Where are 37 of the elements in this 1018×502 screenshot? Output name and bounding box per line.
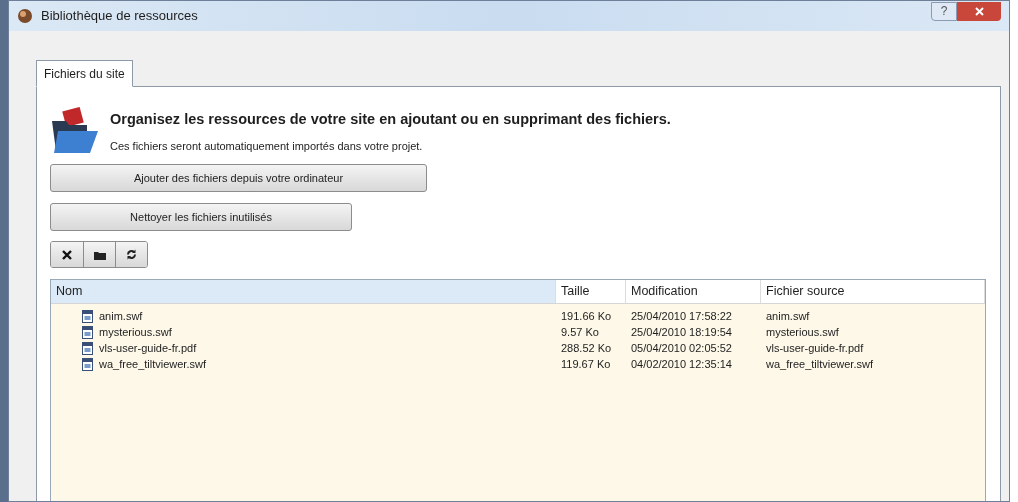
- table-cell-text: vls-user-guide-fr.pdf: [765, 340, 865, 356]
- toolbar-button[interactable]: [115, 242, 147, 267]
- toolbar-button[interactable]: [51, 242, 83, 267]
- file-icon: [82, 341, 93, 355]
- header-title: Organisez les ressources de votre site en ajoutant ou en supprimant des fichiers.: [110, 110, 671, 129]
- refresh-icon: [126, 249, 137, 260]
- table-cell-text: wa_free_tiltviewer.swf: [765, 356, 874, 372]
- table-cell-text: 25/04/2010 17:58:22: [630, 308, 733, 324]
- table-cell-text: anim.swf: [765, 308, 811, 324]
- tab[interactable]: Fichiers du site: [36, 60, 133, 87]
- table-cell-text: 119.67 Ko: [560, 356, 612, 372]
- table-cell-text: 191.66 Ko: [560, 308, 613, 324]
- action-button[interactable]: Ajouter des fichiers depuis votre ordinateur: [50, 164, 427, 192]
- column-header[interactable]: Nom: [51, 280, 556, 303]
- table-cell-text: wa_free_tiltviewer.swf: [99, 356, 206, 372]
- table-cell-text: mysterious.swf: [765, 324, 840, 340]
- table-cell-text: mysterious.swf: [99, 324, 172, 340]
- file-icon: [82, 325, 93, 339]
- close-button[interactable]: [957, 1, 1001, 21]
- table-cell-text: 288.52 Ko: [560, 340, 613, 356]
- delete-icon: [62, 249, 72, 260]
- folder-icon: [93, 249, 106, 260]
- table-cell-text: 25/04/2010 18:19:54: [630, 324, 733, 340]
- action-button[interactable]: Nettoyer les fichiers inutilisés: [50, 203, 352, 231]
- window-title: Bibliothèque de ressources: [41, 7, 198, 26]
- file-icon: [82, 309, 93, 323]
- app-icon: [17, 8, 33, 24]
- close-icon: [974, 6, 984, 16]
- table-cell-text: vls-user-guide-fr.pdf: [99, 340, 197, 356]
- table-cell-text: 05/04/2010 02:05:52: [630, 340, 733, 356]
- table-cell-text: 04/02/2010 12:35:14: [630, 356, 733, 372]
- table-cell-text: anim.swf: [99, 308, 143, 324]
- table-cell-text: 9.57 Ko: [560, 324, 600, 340]
- header-subtitle: Ces fichiers seront automatiquement importés dans votre projet.: [110, 138, 424, 154]
- file-icon: [82, 357, 93, 371]
- help-button[interactable]: ?: [931, 1, 957, 21]
- toolbar-button[interactable]: [83, 242, 115, 267]
